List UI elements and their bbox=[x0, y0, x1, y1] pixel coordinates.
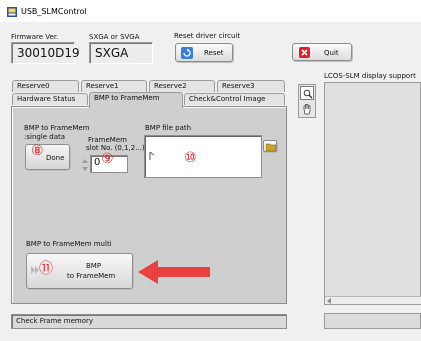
zoom-tool-button[interactable] bbox=[300, 86, 314, 100]
reset-button[interactable]: Reset bbox=[175, 43, 233, 62]
multi-button-label-line2: to FrameMem bbox=[67, 272, 116, 280]
annotation-marker-11: ⑪ bbox=[39, 261, 53, 277]
tab-check-control-image[interactable]: Check&Control Image bbox=[184, 93, 285, 105]
tab-reserve0[interactable]: Reserve0 bbox=[12, 80, 79, 92]
status-bar: Check Frame memory bbox=[11, 314, 287, 329]
tab-reserve3[interactable]: Reserve3 bbox=[217, 80, 285, 92]
reset-button-label: Reset bbox=[204, 49, 224, 57]
bmp-to-framemem-label: BMP to FrameMem bbox=[24, 124, 90, 132]
bmp-to-framemem-multi-label: BMP to FrameMem multi bbox=[26, 240, 112, 248]
scroll-left-icon bbox=[327, 298, 331, 304]
bmp-file-path-label: BMP file path bbox=[145, 124, 192, 132]
display-support-label: LCOS-SLM display support bbox=[324, 72, 416, 80]
multi-button-label-line1: BMP bbox=[86, 262, 102, 270]
quit-button[interactable]: Quit bbox=[292, 43, 352, 61]
bmp-file-path-field[interactable] bbox=[144, 135, 262, 178]
path-indicator-icon bbox=[149, 152, 155, 160]
pan-tool-button[interactable] bbox=[300, 102, 314, 116]
browse-folder-button[interactable] bbox=[263, 140, 277, 152]
annotation-arrow-icon bbox=[138, 260, 210, 284]
display-horizontal-scrollbar[interactable] bbox=[325, 296, 421, 304]
tab-reserve1[interactable]: Reserve1 bbox=[81, 80, 147, 92]
magnifier-icon bbox=[303, 89, 313, 99]
hand-icon bbox=[303, 104, 311, 115]
reset-label: Reset driver circuit bbox=[174, 32, 241, 40]
sxga-value: SXGA bbox=[89, 42, 153, 64]
quit-button-label: Quit bbox=[324, 49, 339, 57]
firmware-value: 30010D19 bbox=[11, 42, 80, 64]
tab-reserve2[interactable]: Reserve2 bbox=[149, 80, 215, 92]
annotation-marker-8: ⑧ bbox=[31, 143, 44, 159]
display-support-panel bbox=[324, 82, 421, 305]
single-data-label: :single data bbox=[24, 133, 66, 141]
annotation-marker-9: ⑨ bbox=[101, 151, 114, 167]
firmware-label: Firmware Ver. bbox=[11, 33, 59, 41]
reset-icon bbox=[181, 47, 193, 59]
done-button-label: Done bbox=[46, 154, 65, 162]
app-icon bbox=[7, 7, 17, 17]
annotation-marker-10: ⑩ bbox=[184, 150, 197, 166]
sxga-label: SXGA or SVGA bbox=[89, 33, 140, 41]
folder-icon bbox=[266, 143, 276, 151]
window-title: USB_SLMControl bbox=[21, 7, 87, 16]
tab-hardware-status[interactable]: Hardware Status bbox=[12, 93, 88, 105]
framemem-slot-value: 0 bbox=[94, 157, 101, 168]
status-text: Check Frame memory bbox=[16, 317, 94, 325]
tab-bmp-to-framemem[interactable]: BMP to FrameMem bbox=[89, 92, 183, 108]
slot-stepper-icon[interactable] bbox=[81, 157, 89, 173]
framemem-slot-label-2: slot No. (0,1,2...) bbox=[86, 144, 145, 152]
framemem-slot-label-1: FrameMem bbox=[88, 136, 127, 144]
right-status-field bbox=[324, 313, 421, 329]
close-icon bbox=[299, 47, 310, 58]
